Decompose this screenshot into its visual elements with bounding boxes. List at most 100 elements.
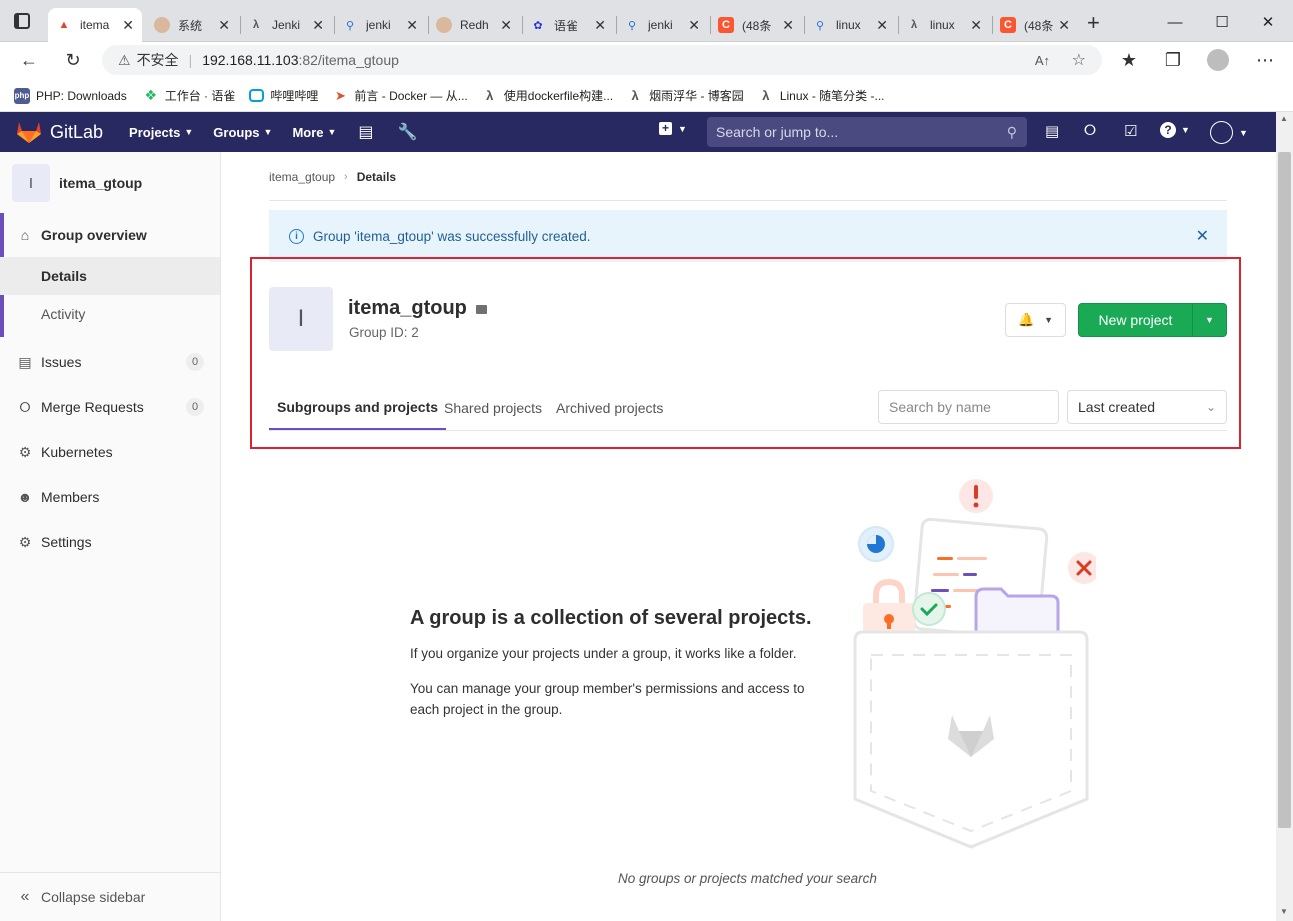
browser-tab[interactable]: ⚲ jenki ✕	[616, 8, 708, 42]
new-project-dropdown-toggle[interactable]: ▼	[1192, 303, 1227, 337]
collapse-sidebar-button[interactable]: « Collapse sidebar	[0, 878, 220, 916]
close-window-icon[interactable]: ✕	[1245, 8, 1291, 36]
lock-icon	[475, 305, 487, 314]
insecure-label: 不安全	[136, 52, 179, 68]
browser-tab[interactable]: C (48条 ✕	[992, 8, 1078, 42]
sidebar-item-group-overview[interactable]: ⌂ Group overview	[0, 213, 220, 257]
error-x-icon	[1068, 552, 1096, 584]
sidebar-item-settings[interactable]: ⚙ Settings	[0, 522, 220, 562]
browser-tab[interactable]: λ Jenki ✕	[240, 8, 332, 42]
search-by-name-input[interactable]: Search by name	[878, 390, 1059, 424]
bookmark-item[interactable]: ➤ 前言 - Docker — 从...	[332, 87, 468, 104]
close-tab-icon[interactable]: ✕	[500, 17, 512, 34]
bookmark-item[interactable]: ❖ 工作台 · 语雀	[143, 87, 235, 104]
gitlab-brand[interactable]: GitLab	[50, 122, 103, 143]
main-content: itema_gtoup › Details i Group 'itema_gto…	[221, 152, 1276, 921]
nav-more[interactable]: More ▼	[292, 125, 336, 140]
maximize-icon[interactable]: ☐	[1199, 8, 1245, 36]
sidebar-item-members[interactable]: ☻ Members	[0, 477, 220, 517]
close-tab-icon[interactable]: ✕	[312, 17, 324, 34]
bookmark-item[interactable]: λ 烟雨浮华 - 博客园	[627, 87, 744, 104]
bookmark-item[interactable]: php PHP: Downloads	[14, 87, 127, 104]
sidebar-item-activity[interactable]: Activity	[0, 295, 220, 333]
browser-tab[interactable]: λ linux ✕	[898, 8, 990, 42]
browser-tab[interactable]: 系统 ✕	[146, 8, 238, 42]
tab-actions-icon[interactable]	[14, 13, 30, 29]
tab-archived-projects[interactable]: Archived projects	[556, 386, 663, 430]
browser-tab[interactable]: ⚲ jenki ✕	[334, 8, 426, 42]
sidebar-item-issues[interactable]: ▤ Issues 0	[0, 342, 220, 382]
bookmarks-bar: php PHP: Downloads ❖ 工作台 · 语雀 哔哩哔哩 ➤ 前言 - D…	[0, 80, 1293, 112]
browser-tab[interactable]: ⚲ linux ✕	[804, 8, 896, 42]
new-project-button[interactable]: New project	[1078, 303, 1193, 337]
close-tab-icon[interactable]: ✕	[688, 17, 700, 34]
help-icon[interactable]: ? ▼	[1160, 122, 1190, 138]
sidebar-item-details[interactable]: Details	[0, 257, 220, 295]
close-tab-icon[interactable]: ✕	[876, 17, 888, 34]
notification-dropdown[interactable]: 🔔 ▼	[1005, 303, 1066, 337]
chevron-down-icon: ▼	[184, 127, 194, 137]
bookmark-item[interactable]: 哔哩哔哩	[249, 87, 318, 104]
php-icon: php	[14, 87, 30, 104]
reload-icon[interactable]: ↻	[58, 45, 88, 75]
browser-tab[interactable]: Redh ✕	[428, 8, 520, 42]
close-tab-icon[interactable]: ✕	[218, 17, 230, 34]
merge-requests-icon[interactable]: ⭘	[1084, 122, 1096, 139]
dismiss-flash-icon[interactable]: ✕	[1196, 226, 1209, 246]
user-avatar[interactable]: ▼	[1210, 121, 1248, 144]
todos-icon[interactable]: ☑	[1124, 122, 1137, 140]
yuque-icon: λ	[486, 88, 494, 103]
more-icon[interactable]: ⋯	[1250, 45, 1280, 75]
tab-shared-projects[interactable]: Shared projects	[444, 386, 542, 430]
profile-avatar[interactable]	[1207, 49, 1229, 71]
scrollbar-thumb[interactable]	[1278, 152, 1291, 828]
browser-tab[interactable]: ▲ itema ✕	[48, 8, 142, 42]
search-icon: ⚲	[627, 19, 637, 32]
favorites-icon[interactable]: ★	[1114, 45, 1144, 75]
nav-projects[interactable]: Projects ▼	[129, 125, 193, 140]
url-bar[interactable]: ⚠ 不安全 | 192.168.11.103:82/itema_gtoup A↑…	[102, 45, 1102, 75]
scroll-up-icon[interactable]: ▲	[1280, 114, 1288, 123]
gitlab-header: GitLab Projects ▼ Groups ▼ More ▼ ▤ 🔧 + ▼ Se…	[0, 112, 1276, 152]
close-tab-icon[interactable]: ✕	[1058, 17, 1070, 34]
add-favorite-icon[interactable]: ☆	[1072, 50, 1086, 70]
tab-subgroups-and-projects[interactable]: Subgroups and projects	[269, 386, 447, 430]
chevron-down-icon: ▼	[263, 127, 273, 137]
activity-chart-icon[interactable]: ▤	[358, 122, 373, 142]
search-icon: ⚲	[1006, 123, 1017, 140]
new-tab-icon[interactable]: +	[1087, 10, 1100, 36]
sidebar-item-kubernetes[interactable]: ⚙ Kubernetes	[0, 432, 220, 472]
sidebar-item-merge-requests[interactable]: ⭘ Merge Requests 0	[0, 387, 220, 427]
sidebar-group-header[interactable]: I itema_gtoup	[0, 164, 220, 202]
browser-tab[interactable]: C (48条 ✕	[710, 8, 802, 42]
admin-wrench-icon[interactable]: 🔧	[398, 122, 418, 142]
gitlab-icon: ▲	[58, 19, 70, 31]
group-avatar-large: I	[269, 287, 333, 351]
bookmark-item[interactable]: λ 使用dockerfile构建...	[482, 87, 613, 104]
minimize-icon[interactable]: —	[1152, 8, 1198, 36]
nav-groups[interactable]: Groups ▼	[213, 125, 272, 140]
close-tab-icon[interactable]: ✕	[406, 17, 418, 34]
bilibili-icon	[249, 89, 265, 102]
close-tab-icon[interactable]: ✕	[970, 17, 982, 34]
close-tab-icon[interactable]: ✕	[594, 17, 606, 34]
browser-tab-strip: ▲ itema ✕ 系统 ✕ λ Jenki ✕ ⚲ jenki ✕ Redh …	[0, 0, 1293, 42]
scroll-down-icon[interactable]: ▼	[1280, 907, 1288, 916]
close-tab-icon[interactable]: ✕	[782, 17, 794, 34]
breadcrumb: itema_gtoup › Details	[269, 170, 396, 184]
breadcrumb-group-link[interactable]: itema_gtoup	[269, 170, 335, 184]
breadcrumb-current: Details	[356, 170, 397, 184]
collections-icon[interactable]: ❐	[1158, 45, 1188, 75]
jenkins-icon	[436, 17, 452, 33]
chevron-down-icon: ⌄	[1205, 400, 1216, 414]
read-aloud-icon[interactable]: A↑	[1035, 53, 1050, 68]
sort-dropdown[interactable]: Last created ⌄	[1067, 390, 1227, 424]
new-dropdown-icon[interactable]: + ▼	[659, 122, 687, 135]
global-search-input[interactable]: Search or jump to... ⚲	[707, 117, 1027, 147]
issues-icon[interactable]: ▤	[1045, 122, 1059, 140]
browser-tab[interactable]: ✿ 语雀 ✕	[522, 8, 614, 42]
back-icon[interactable]: ←	[14, 45, 44, 75]
gitlab-logo-icon[interactable]	[16, 120, 42, 144]
close-tab-icon[interactable]: ✕	[122, 17, 134, 34]
bookmark-item[interactable]: λ Linux - 随笔分类 -...	[758, 87, 884, 104]
